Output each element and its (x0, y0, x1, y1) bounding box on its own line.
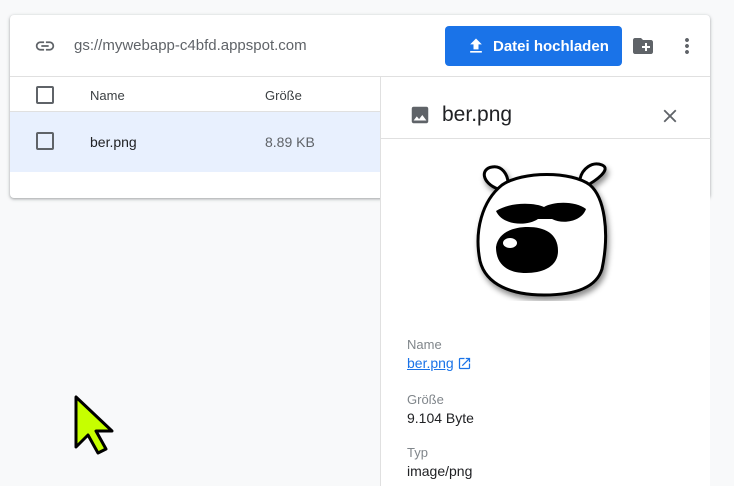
type-label: Typ (407, 445, 428, 460)
close-icon[interactable] (659, 105, 681, 127)
new-folder-icon[interactable] (631, 34, 655, 58)
mouse-cursor-icon (74, 395, 114, 455)
upload-file-label: Datei hochladen (493, 37, 609, 55)
column-header-name[interactable]: Name (90, 88, 125, 103)
select-all-checkbox[interactable] (36, 86, 54, 104)
upload-icon (470, 38, 482, 53)
image-icon (411, 106, 429, 124)
toolbar: gs://mywebapp-c4bfd.appspot.com Datei ho… (10, 15, 710, 77)
type-value: image/png (407, 463, 473, 479)
file-size: 8.89 KB (265, 134, 315, 150)
details-header: ber.png (381, 77, 711, 139)
file-details-panel: ber.png Name ber.png Größe 9.104 Byte Ty… (380, 77, 711, 486)
size-value: 9.104 Byte (407, 410, 474, 426)
table-row[interactable]: ber.png 8.89 KB (10, 112, 380, 172)
size-label: Größe (407, 392, 444, 407)
file-table-header: Name Größe (10, 77, 380, 112)
name-label: Name (407, 337, 442, 352)
link-icon (35, 41, 55, 51)
image-preview (476, 162, 608, 297)
bucket-path: gs://mywebapp-c4bfd.appspot.com (74, 37, 307, 54)
row-checkbox[interactable] (36, 132, 54, 150)
open-in-new-icon[interactable] (457, 356, 472, 371)
details-title: ber.png (442, 103, 513, 126)
more-vert-icon[interactable] (675, 34, 699, 58)
upload-file-button[interactable]: Datei hochladen (445, 26, 622, 66)
file-name[interactable]: ber.png (90, 134, 137, 150)
file-name-link-text[interactable]: ber.png (407, 355, 454, 371)
file-name-link[interactable]: ber.png (407, 355, 472, 371)
column-header-size[interactable]: Größe (265, 88, 302, 103)
